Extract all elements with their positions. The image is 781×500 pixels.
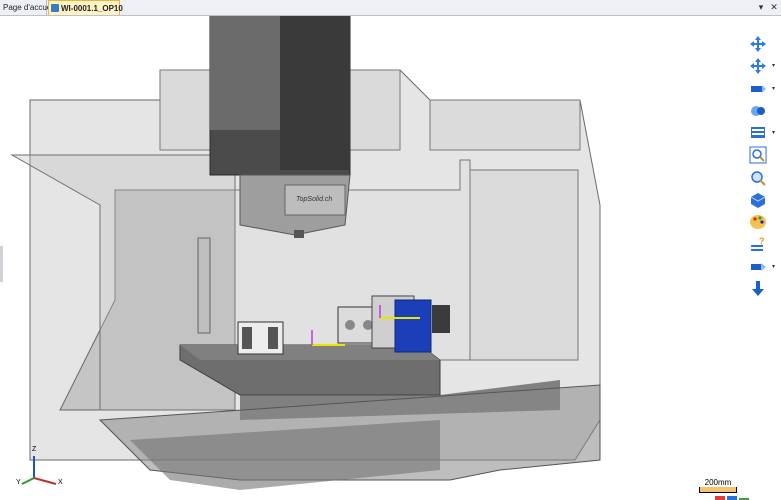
machine-scene: TopSolid.ch (10, 16, 601, 490)
spindle-branding-text: TopSolid.ch (296, 196, 332, 203)
color-palette-icon[interactable] (747, 212, 769, 232)
help-icon[interactable]: ? (747, 235, 769, 255)
zoom-icon[interactable] (747, 168, 769, 188)
logo-icon (715, 496, 749, 500)
svg-text:?: ? (759, 236, 765, 246)
tab-list-dropdown-button[interactable]: ▾ (755, 0, 767, 15)
view-toolbar: ▾ ▾ ▾ ? ▾ (747, 34, 775, 302)
scale-bar: 200mm (699, 478, 737, 493)
y-axis-label: Y (16, 479, 21, 486)
close-tab-button[interactable]: ✕ (768, 0, 780, 15)
view-orientation-icon[interactable]: ▾ (747, 79, 775, 99)
zoom-fit-icon[interactable] (747, 145, 769, 165)
document-icon (51, 4, 59, 12)
zoom-region-icon[interactable] (747, 101, 769, 121)
tab-label: WI-0001.1_OP10 (61, 4, 123, 13)
pan-icon[interactable] (747, 34, 769, 54)
z-axis-label: Z (32, 446, 37, 453)
export-icon[interactable] (747, 279, 769, 299)
rotate-icon[interactable]: ▾ (747, 56, 775, 76)
display-mode-icon[interactable]: ▾ (747, 123, 775, 143)
corner-logo (713, 492, 769, 500)
shaded-view-icon[interactable] (747, 190, 769, 210)
scale-label: 200mm (704, 478, 732, 487)
x-axis-label: X (58, 479, 63, 486)
section-view-icon[interactable]: ▾ (747, 257, 775, 277)
3d-viewport[interactable]: TopSolid.ch ▾ ▾ ▾ ? ▾ 200mm Z Y X (0, 16, 781, 500)
axis-triad: Z Y X (16, 446, 66, 488)
document-tab-bar: Page d'accueil WI-0001.1_OP10 ▾ ✕ (0, 0, 781, 16)
tab-home[interactable]: Page d'accueil (0, 0, 55, 15)
tab-wi-0001-op10[interactable]: WI-0001.1_OP10 (48, 0, 123, 15)
